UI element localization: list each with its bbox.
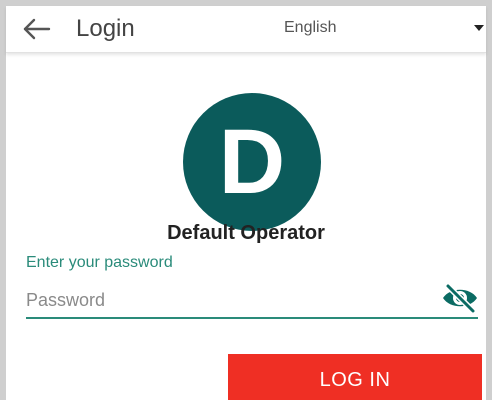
caret-down-icon [474, 25, 484, 31]
password-underline [26, 317, 478, 319]
password-input[interactable] [26, 282, 440, 318]
language-selected-value: English [284, 19, 337, 36]
page-title: Login [76, 15, 135, 42]
avatar: D [183, 93, 321, 231]
login-button[interactable]: LOG IN [228, 354, 482, 400]
password-field-label: Enter your password [26, 254, 173, 271]
login-screen: Login English D Default Operator Enter y… [0, 0, 492, 400]
language-select[interactable]: English [274, 14, 486, 44]
app-bar: Login English [6, 6, 486, 53]
eye-off-icon [443, 283, 477, 314]
password-visibility-toggle[interactable] [440, 282, 480, 314]
user-name: Default Operator [167, 222, 325, 244]
arrow-left-icon [23, 18, 51, 40]
back-button[interactable] [22, 15, 52, 43]
